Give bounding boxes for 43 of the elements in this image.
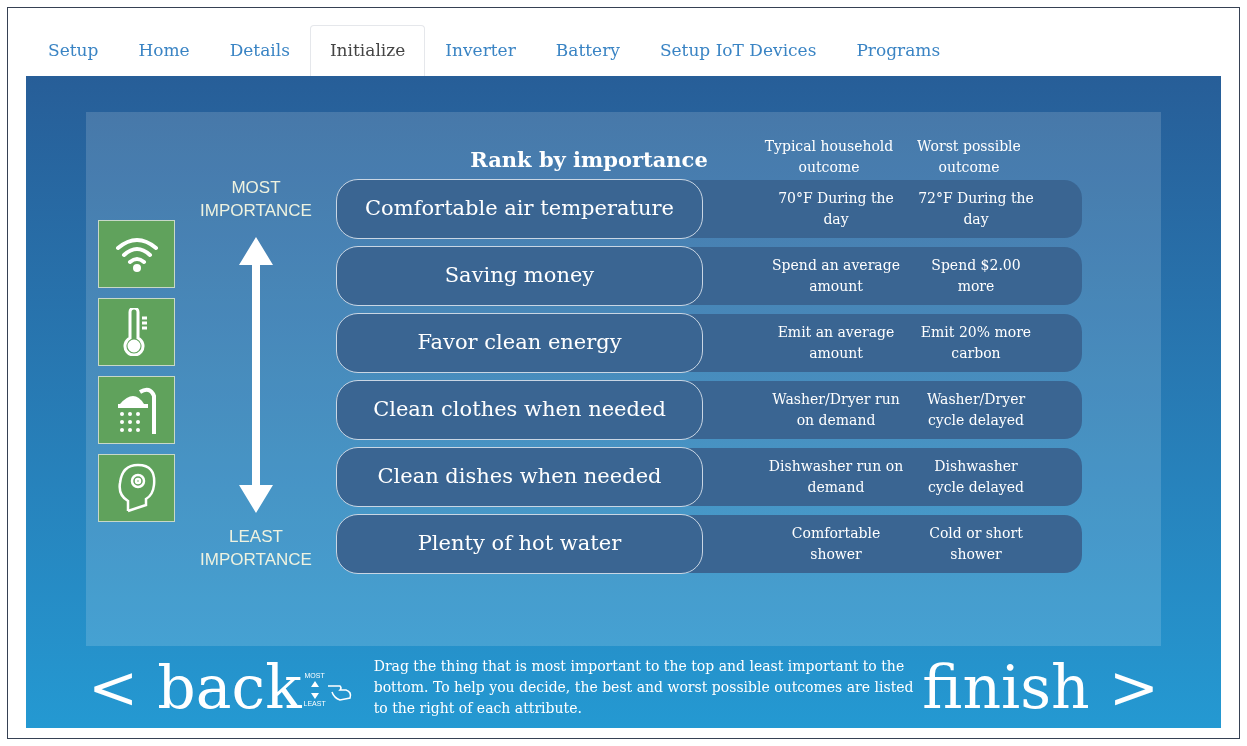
- worst-outcome: Emit 20% more carbon: [919, 323, 1033, 363]
- typical-outcome: Dishwasher run on demand: [767, 457, 905, 497]
- worst-outcome: 72°F During the day: [917, 189, 1035, 229]
- most-importance-label: MOST IMPORTANCE: [199, 177, 313, 222]
- typical-outcome: Washer/Dryer run on demand: [771, 390, 901, 430]
- attribute-label[interactable]: Clean clothes when needed: [336, 380, 703, 440]
- ranking-title: Rank by importance: [469, 146, 709, 174]
- column-header: Typical household outcome: [763, 137, 895, 177]
- attribute-row[interactable]: Clean clothes when needed Washer/Dryer run on demand Washer/Dryer cycle delayed: [336, 381, 1082, 439]
- worst-outcome: Spend $2.00 more: [930, 256, 1022, 296]
- column-header: Worst possible outcome: [916, 137, 1022, 177]
- attribute-label[interactable]: Comfortable air temperature: [336, 179, 703, 239]
- attribute-label[interactable]: Favor clean energy: [336, 313, 703, 373]
- least-importance-label: LEAST IMPORTANCE: [199, 526, 313, 571]
- tab[interactable]: Battery: [535, 25, 640, 76]
- tab[interactable]: Setup IoT Devices: [639, 25, 837, 76]
- typical-outcome: Comfortable shower: [790, 524, 882, 564]
- back-button[interactable]: < back: [88, 657, 302, 717]
- tab[interactable]: Inverter: [425, 25, 536, 76]
- attribute-row[interactable]: Plenty of hot water Comfortable shower Cold or short shower: [336, 515, 1082, 573]
- tab[interactable]: Home: [118, 25, 210, 76]
- tab[interactable]: Setup: [28, 25, 119, 76]
- worst-outcome: Dishwasher cycle delayed: [927, 457, 1025, 497]
- worst-outcome: Washer/Dryer cycle delayed: [925, 390, 1027, 430]
- thermometer-icon: [98, 298, 175, 366]
- finish-button[interactable]: finish >: [922, 657, 1159, 717]
- shower-icon: [98, 376, 175, 444]
- tab[interactable]: Details: [209, 25, 310, 76]
- attribute-row[interactable]: Comfortable air temperature 70°F During the day 72°F During the day: [336, 180, 1082, 238]
- instructions-text: Drag the thing that is most important to the top and least important to the bottom. To help you decide, the best and worst possible outcomes are listed to the right of each attribute.: [373, 656, 914, 718]
- tab[interactable]: Initialize: [309, 25, 426, 76]
- tab[interactable]: Programs: [836, 25, 961, 76]
- attribute-row[interactable]: Clean dishes when needed Dishwasher run on demand Dishwasher cycle delayed: [336, 448, 1082, 506]
- attribute-label[interactable]: Clean dishes when needed: [336, 447, 703, 507]
- attribute-label[interactable]: Saving money: [336, 246, 703, 306]
- attribute-row[interactable]: Favor clean energy Emit an average amount Emit 20% more carbon: [336, 314, 1082, 372]
- worst-outcome: Cold or short shower: [928, 524, 1024, 564]
- typical-outcome: Emit an average amount: [776, 323, 896, 363]
- typical-outcome: Spend an average amount: [771, 256, 901, 296]
- attribute-label[interactable]: Plenty of hot water: [336, 514, 703, 574]
- attribute-row[interactable]: Saving money Spend an average amount Spend $2.00 more: [336, 247, 1082, 305]
- typical-outcome: 70°F During the day: [777, 189, 895, 229]
- wifi-icon: [98, 220, 175, 288]
